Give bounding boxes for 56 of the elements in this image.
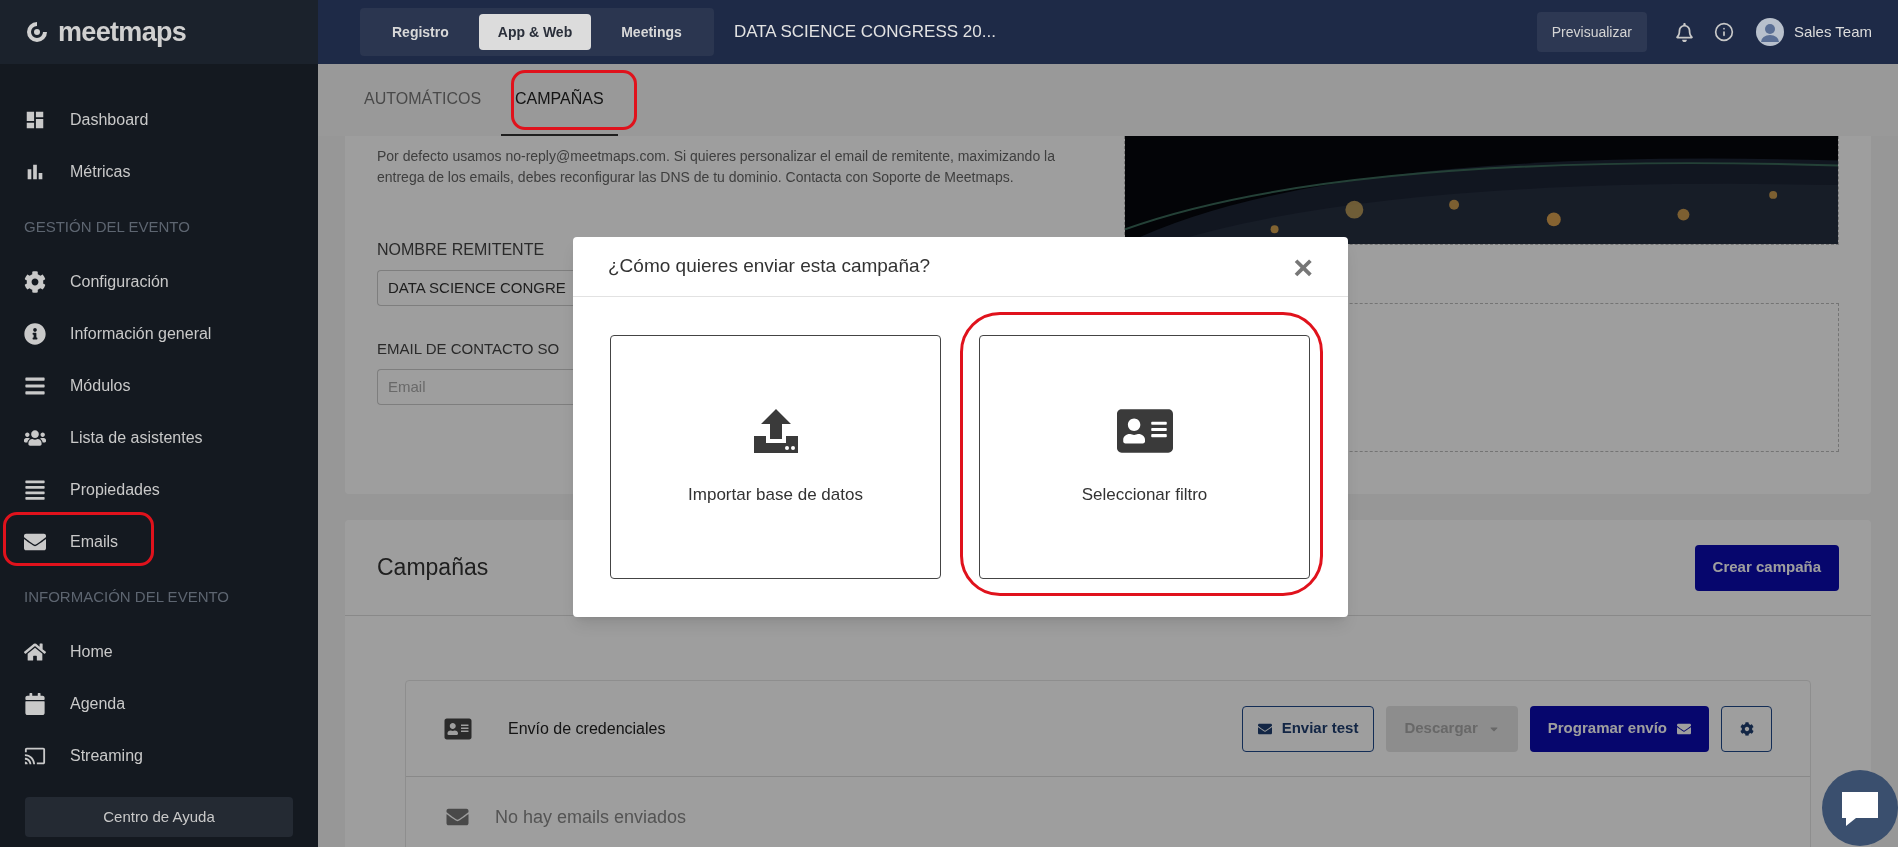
envelope-icon <box>444 806 471 828</box>
sidebar-item[interactable]: Streaming <box>0 730 318 782</box>
home-icon <box>24 641 46 663</box>
nav-tab[interactable]: Registro <box>366 14 475 50</box>
user-name: Sales Team <box>1793 21 1872 42</box>
sidebar-item[interactable]: Lista de asistentes <box>0 412 318 464</box>
section-header: GESTIÓN DEL EVENTO <box>23 216 191 237</box>
sidebar-item[interactable]: Configuración <box>0 256 318 308</box>
chat-icon[interactable] <box>1822 770 1898 847</box>
sidebar-item[interactable]: Agenda <box>0 678 318 730</box>
field-label: EMAIL DE CONTACTO SO <box>377 339 561 359</box>
calendar-icon <box>24 693 46 715</box>
cast-icon <box>24 745 46 767</box>
sidebar-item[interactable]: Home <box>0 626 318 678</box>
info-icon[interactable] <box>1713 22 1734 42</box>
dashboard-icon <box>24 109 46 131</box>
bell-icon[interactable] <box>1674 22 1694 42</box>
avatar-icon[interactable] <box>1755 18 1784 46</box>
list-icon <box>24 479 46 501</box>
envelope-icon <box>1257 721 1272 736</box>
users-icon <box>24 427 46 449</box>
sidebar-item[interactable]: Información general <box>0 308 318 360</box>
settings-icon <box>24 271 46 293</box>
nav-tab[interactable]: App & Web <box>478 14 592 50</box>
id-card-icon <box>444 716 472 741</box>
settings-icon <box>1739 721 1754 736</box>
sidebar-item[interactable]: Módulos <box>0 360 318 412</box>
create-campaign-button[interactable]: Crear campaña <box>1694 544 1839 591</box>
nav-tab[interactable]: Meetings <box>595 14 708 50</box>
sidebar-item[interactable]: Emails <box>0 516 318 568</box>
brand-name: meetmaps <box>58 15 187 49</box>
info-icon <box>24 323 46 345</box>
option-card[interactable]: Seleccionar filtro <box>979 335 1310 579</box>
preview-button[interactable]: Previsualizar <box>1536 12 1647 52</box>
sidebar-item[interactable]: Propiedades <box>0 464 318 516</box>
campaign-name: Envío de credenciales <box>508 718 666 739</box>
event-title: DATA SCIENCE CONGRESS 20... <box>733 21 996 44</box>
help-center-button[interactable]: Centro de Ayuda <box>25 797 293 837</box>
close-button[interactable]: × <box>1293 249 1313 284</box>
settings-button[interactable] <box>1721 705 1772 752</box>
empty-message: No hay emails enviados <box>495 805 687 829</box>
envelope-icon <box>24 531 46 553</box>
sender-note: Por defecto usamos no-reply@meetmaps.com. Si quieres personalizar el email de remitente, maximizando la entrega de los emails, debes reconfigurar las DNS de tu dominio. Contacta con Soporte de Meetmaps. <box>377 147 1056 187</box>
envelope-icon <box>1677 721 1691 736</box>
section-title: Campañas <box>377 553 489 583</box>
send-test-button[interactable]: Enviar test <box>1241 705 1375 752</box>
option-card[interactable]: Importar base de datos <box>610 335 941 579</box>
logo-icon <box>24 19 50 45</box>
dialog-title: ¿Cómo quieres enviar esta campaña? <box>608 254 931 279</box>
sidebar-item[interactable]: Métricas <box>0 146 318 198</box>
field-label: NOMBRE REMITENTE <box>377 240 546 260</box>
sender-name-field[interactable]: DATA SCIENCE CONGRE <box>377 270 573 306</box>
menu-icon <box>24 375 46 397</box>
section-header: INFORMACIÓN DEL EVENTO <box>23 586 231 607</box>
schedule-send-button[interactable]: Programar envío <box>1529 705 1709 752</box>
sidebar-item[interactable]: Dashboard <box>0 94 318 146</box>
